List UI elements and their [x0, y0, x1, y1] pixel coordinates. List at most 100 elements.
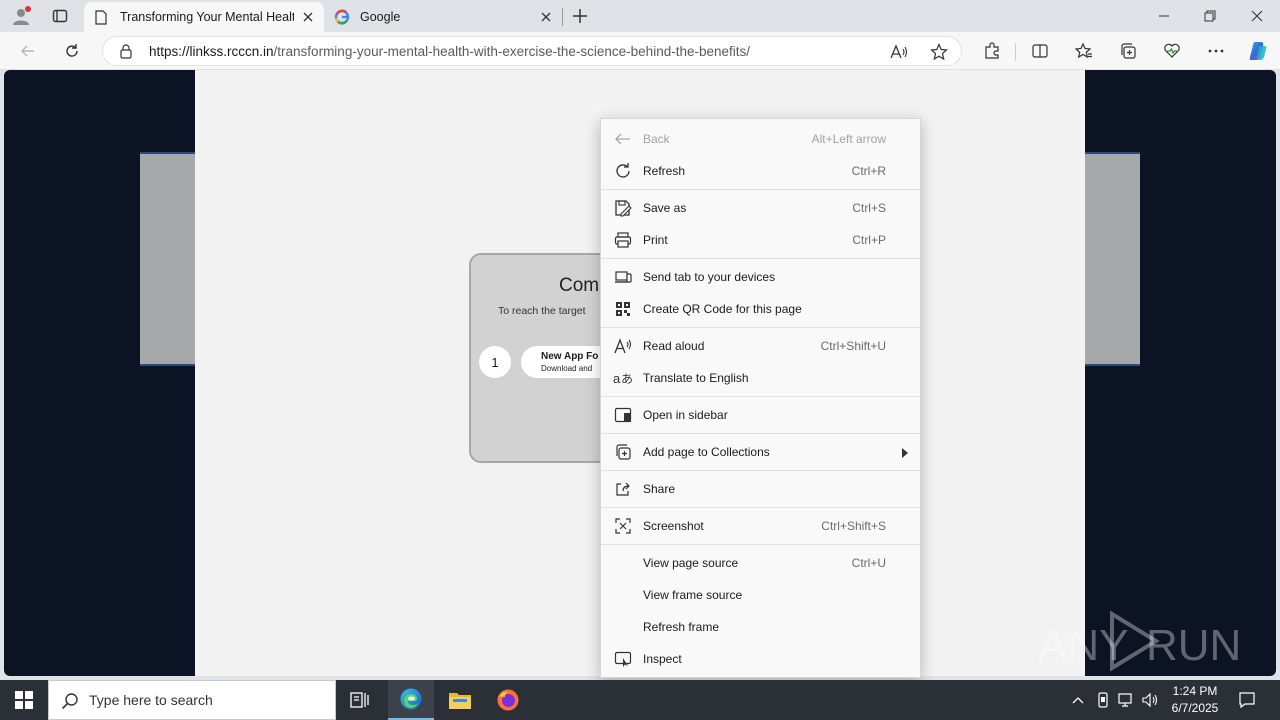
- lock-icon[interactable]: [119, 44, 133, 59]
- split-screen-button[interactable]: [1028, 39, 1052, 63]
- taskbar-edge[interactable]: [388, 680, 434, 720]
- menu-item-label: Open in sidebar: [643, 408, 728, 422]
- more-dots-icon: [1208, 49, 1224, 53]
- menu-item-read-aloud[interactable]: Read aloud Ctrl+Shift+U: [601, 330, 920, 362]
- menu-item-label: Read aloud: [643, 339, 705, 353]
- menu-separator: [601, 396, 920, 397]
- menu-item-save-as[interactable]: Save as Ctrl+S: [601, 192, 920, 224]
- step-title: New App Fo: [541, 351, 599, 362]
- menu-item-shortcut: Ctrl+Shift+U: [820, 339, 886, 353]
- copilot-button[interactable]: [1246, 39, 1270, 63]
- qr-code-icon: [613, 299, 633, 319]
- menu-item-label: Screenshot: [643, 519, 704, 533]
- card-subtitle: To reach the target: [498, 305, 586, 317]
- step-number-badge: 1: [479, 346, 511, 378]
- menu-item-translate[interactable]: aあ Translate to English: [601, 362, 920, 394]
- menu-item-print[interactable]: Print Ctrl+P: [601, 224, 920, 256]
- new-tab-button[interactable]: [568, 5, 592, 27]
- overlay-band-right: [1084, 152, 1140, 366]
- split-screen-icon: [1032, 44, 1048, 58]
- tray-device-button[interactable]: [1093, 690, 1113, 710]
- menu-item-label: Refresh: [643, 164, 686, 178]
- menu-item-back[interactable]: Back Alt+Left arrow: [601, 123, 920, 155]
- menu-item-open-sidebar[interactable]: Open in sidebar: [601, 399, 920, 431]
- svg-text:a: a: [613, 371, 621, 386]
- menu-item-send-tab[interactable]: Send tab to your devices: [601, 261, 920, 293]
- translate-icon: aあ: [613, 368, 633, 388]
- restore-icon: [1204, 10, 1216, 22]
- menu-item-view-page-source[interactable]: View page source Ctrl+U: [601, 547, 920, 579]
- url-text[interactable]: https://linkss.rcccn.in/transforming-you…: [149, 44, 869, 59]
- collections-icon: [613, 442, 633, 462]
- menu-item-label: View page source: [643, 556, 739, 570]
- menu-item-label: Refresh frame: [643, 620, 720, 634]
- menu-item-label: Back: [643, 132, 670, 146]
- device-icon: [1098, 692, 1108, 708]
- tab-actions-button[interactable]: [48, 5, 72, 27]
- toolbar-divider: [1015, 43, 1016, 61]
- menu-separator: [601, 470, 920, 471]
- menu-item-label: Add page to Collections: [643, 445, 770, 459]
- close-window-button[interactable]: [1245, 4, 1269, 28]
- read-aloud-icon: [613, 336, 633, 356]
- notifications-button[interactable]: [1234, 688, 1260, 712]
- star-icon: [930, 43, 948, 61]
- step-subtitle: Download and: [541, 364, 593, 373]
- favorite-button[interactable]: [927, 40, 951, 64]
- heart-pulse-icon: [1164, 43, 1180, 58]
- favorites-button[interactable]: [1072, 39, 1096, 63]
- collections-button[interactable]: [1116, 39, 1140, 63]
- start-button[interactable]: [0, 680, 48, 720]
- menu-item-inspect[interactable]: Inspect: [601, 643, 920, 675]
- menu-item-shortcut: Ctrl+S: [852, 201, 886, 215]
- menu-separator: [601, 189, 920, 190]
- profile-avatar[interactable]: [8, 5, 34, 27]
- menu-item-label: Print: [643, 233, 668, 247]
- extensions-button[interactable]: [980, 39, 1004, 63]
- menu-item-refresh[interactable]: Refresh Ctrl+R: [601, 155, 920, 187]
- card-title: Com: [559, 275, 600, 296]
- sidebar-icon: [613, 405, 633, 425]
- menu-separator: [601, 544, 920, 545]
- tray-overflow-button[interactable]: [1068, 690, 1088, 710]
- svg-text:あ: あ: [621, 372, 633, 386]
- copilot-icon: [1249, 42, 1267, 60]
- tab-google[interactable]: Google: [326, 2, 562, 32]
- close-tab-icon[interactable]: [302, 11, 314, 23]
- settings-more-button[interactable]: [1204, 39, 1228, 63]
- task-view-button[interactable]: [340, 680, 380, 720]
- browser-essentials-button[interactable]: [1160, 39, 1184, 63]
- taskbar-search-box[interactable]: Type here to search: [48, 680, 336, 720]
- address-bar[interactable]: https://linkss.rcccn.in/transforming-you…: [102, 36, 962, 66]
- menu-separator: [601, 258, 920, 259]
- menu-item-screenshot[interactable]: Screenshot Ctrl+Shift+S: [601, 510, 920, 542]
- volume-icon: [1142, 692, 1158, 708]
- taskbar-clock[interactable]: 1:24 PM 6/7/2025: [1166, 683, 1224, 717]
- menu-item-label: Send tab to your devices: [643, 270, 776, 284]
- back-arrow-icon: [613, 129, 633, 149]
- minimize-button[interactable]: [1152, 4, 1176, 28]
- tray-volume-button[interactable]: [1140, 690, 1162, 710]
- search-placeholder: Type here to search: [89, 692, 213, 708]
- taskbar-firefox[interactable]: [488, 680, 528, 720]
- back-button[interactable]: [16, 39, 40, 63]
- menu-item-add-to-collections[interactable]: Add page to Collections: [601, 436, 920, 468]
- menu-item-qr-code[interactable]: Create QR Code for this page: [601, 293, 920, 325]
- network-icon: [1118, 693, 1132, 707]
- menu-item-view-frame-source[interactable]: View frame source: [601, 579, 920, 611]
- taskbar-file-explorer[interactable]: [440, 680, 480, 720]
- tab-active[interactable]: Transforming Your Mental Health: [84, 2, 324, 32]
- refresh-button[interactable]: [60, 39, 84, 63]
- menu-item-shortcut: Ctrl+Shift+S: [821, 519, 886, 533]
- notification-icon: [1239, 692, 1255, 709]
- windows-taskbar: Type here to search 1:24 PM 6/7/2025: [0, 680, 1280, 720]
- read-aloud-button[interactable]: [887, 40, 911, 64]
- restore-button[interactable]: [1198, 4, 1222, 28]
- firefox-icon: [497, 689, 519, 711]
- close-tab-icon[interactable]: [540, 11, 552, 23]
- menu-item-share[interactable]: Share: [601, 473, 920, 505]
- favorites-icon: [1075, 42, 1092, 59]
- menu-item-refresh-frame[interactable]: Refresh frame: [601, 611, 920, 643]
- submenu-arrow-icon: [902, 447, 908, 461]
- tray-network-button[interactable]: [1116, 690, 1136, 710]
